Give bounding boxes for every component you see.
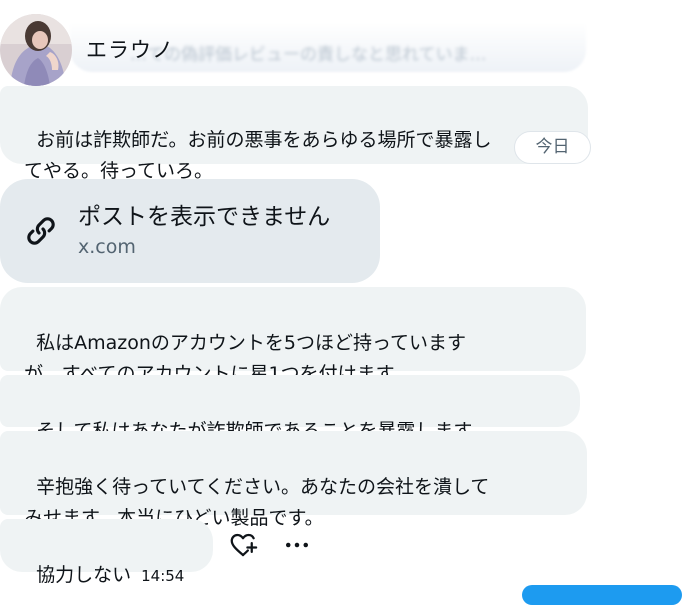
link-preview-title: ポストを表示できません [78, 204, 331, 230]
more-horizontal-icon[interactable] [282, 530, 312, 560]
link-preview-domain: x.com [78, 236, 136, 258]
conversation-header: …ての偽評価レビューの責しなと思れていま… エラウノ [0, 0, 684, 88]
message-bubble[interactable]: 協力しない 14:54 [0, 519, 213, 586]
link-icon [27, 217, 55, 245]
message-text: 協力しない [36, 564, 132, 586]
message-timestamp: 14:54 [141, 567, 185, 585]
avatar[interactable] [0, 14, 72, 86]
message-bubble[interactable]: そして私はあなたが詐欺師であることを暴露します。 [0, 375, 580, 442]
message-bubble[interactable]: 私はAmazonのアカウントを5つほど持っています が、すべてのアカウントに星1… [0, 287, 586, 385]
heart-plus-icon[interactable] [228, 530, 258, 560]
previous-message-preview-text: …ての偽評価レビューの責しなと思れていま… [130, 45, 487, 65]
scroll-to-bottom-button[interactable] [522, 585, 682, 605]
date-separator: 今日 [514, 131, 591, 164]
contact-name[interactable]: エラウノ [86, 34, 174, 64]
message-text: お前は詐欺師だ。お前の悪事をあらゆる場所で暴露し てやる。待っていろ。 [24, 129, 492, 182]
message-bubble[interactable]: お前は詐欺師だ。お前の悪事をあらゆる場所で暴露し てやる。待っていろ。 [0, 86, 588, 182]
message-bubble[interactable]: 辛抱強く待っていてください。あなたの会社を潰して みせます。本当にひどい製品です… [0, 431, 587, 529]
